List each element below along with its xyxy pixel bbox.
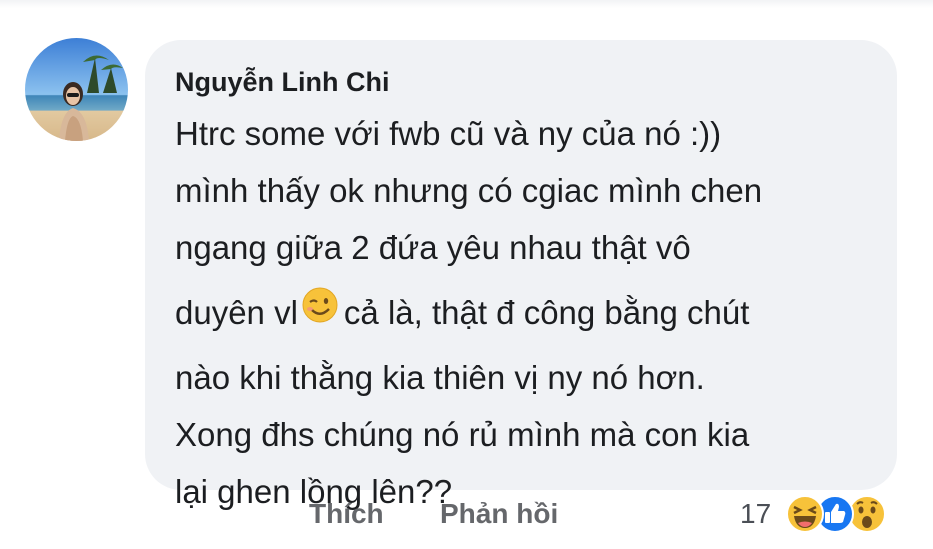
reaction-count[interactable]: 17 [740,498,771,530]
comment-line: Xong đhs chúng nó rủ mình mà con kia [175,416,750,453]
comment-text: Htrc some với fwb cũ và ny của nó :)) mì… [175,105,897,520]
haha-icon [785,494,825,541]
comment-bubble: Nguyễn Linh Chi Htrc some với fwb cũ và … [145,40,897,510]
comment-line: nào khi thằng kia thiên vị ny nó hơn. [175,359,705,396]
comment-author[interactable]: Nguyễn Linh Chi [175,65,897,99]
comment-screen: Nguyễn Linh Chi Htrc some với fwb cũ và … [0,0,933,549]
previous-content-edge [0,0,933,8]
like-link[interactable]: Thích [309,498,384,530]
comment-line-with-emoji: duyên vl cả là, thật đ công bằng chút [175,276,897,349]
comment-line: mình thấy ok nhưng có cgiac mình chen [175,172,763,209]
comment-line: Htrc some với fwb cũ và ny của nó :)) [175,115,722,152]
avatar[interactable] [25,38,128,141]
comment-line: ngang giữa 2 đứa yêu nhau thật vô [175,229,691,266]
reaction-summary[interactable] [785,494,905,534]
wink-emoji-icon [302,283,338,340]
avatar-photo [25,38,128,141]
comment-line-part: cả là, thật đ công bằng chút [343,294,750,331]
reply-link[interactable]: Phản hồi [440,498,558,530]
comment-line-part: duyên vl [175,294,298,331]
comment-actions: Thích Phản hồi 17 [0,495,933,538]
